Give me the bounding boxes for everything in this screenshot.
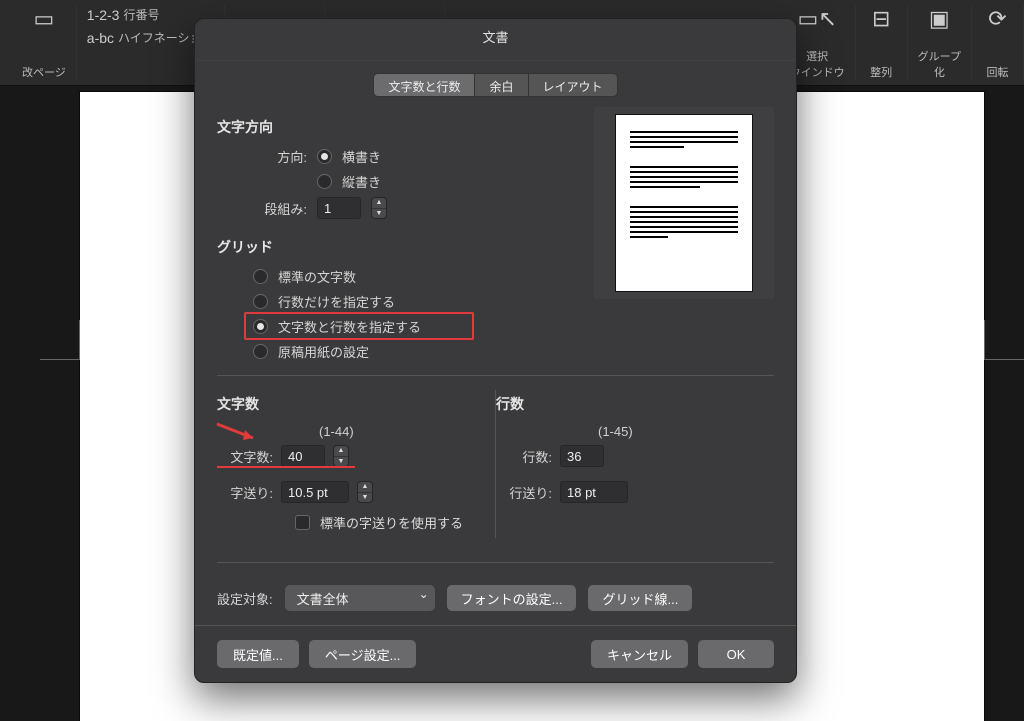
columns-stepper[interactable]: ▲▼ [371,197,387,219]
use-default-pitch-label: 標準の字送りを使用する [320,513,463,532]
chevron-up-icon[interactable]: ▲ [372,198,386,209]
tab-chars-lines[interactable]: 文字数と行数 [373,73,474,97]
selection-label: 選択 ウインドウ [790,48,845,80]
defaults-button[interactable]: 既定値... [217,640,299,668]
chevron-down-icon[interactable]: ▼ [334,457,348,467]
columns-label: 段組み: [237,199,307,218]
apply-to-label: 設定対象: [217,589,273,608]
radio-genkou[interactable] [253,344,268,359]
chars-count-label: 文字数: [217,447,273,466]
radio-chars-lines-label: 文字数と行数を指定する [278,317,421,336]
align-icon: ⊟ [872,6,890,46]
selection-pane-icon: ▭↖ [798,6,837,46]
tab-layout[interactable]: レイアウト [528,73,618,97]
use-default-pitch-checkbox[interactable] [295,515,310,530]
line-pitch-input[interactable] [560,481,628,503]
chevron-down-icon[interactable]: ▼ [358,493,372,503]
group-label: グループ 化 [918,48,961,80]
chevron-down-icon[interactable]: ▼ [372,209,386,219]
line-pitch-label: 行送り: [496,483,552,502]
chars-count-input[interactable] [281,445,325,467]
lines-count-input[interactable] [560,445,604,467]
page-preview-thumb [616,115,752,291]
radio-chars-lines[interactable] [253,319,268,334]
apply-to-value: 文書全体 [297,589,349,608]
dialog-tabs: 文字数と行数 余白 レイアウト [195,73,796,97]
line-number-icon: 1-2-3 [87,7,120,23]
dialog-title: 文書 [195,19,796,61]
radio-lines-only[interactable] [253,294,268,309]
chevron-up-icon[interactable]: ▲ [334,446,348,457]
lines-column: 行数 (1-45) 行数: 行送り: [496,390,774,538]
page-break-label: 改ページ [22,64,66,80]
line-number-label: 行番号 [123,6,159,23]
radio-horizontal-label: 横書き [342,147,381,166]
ok-button[interactable]: OK [698,640,774,668]
cancel-button[interactable]: キャンセル [591,640,688,668]
document-setup-dialog: 文書 文字数と行数 余白 レイアウト 文字方向 方向: 横書き 縦書き [194,18,797,683]
page-break-icon: ▭ [33,6,54,46]
section-lines: 行数 [496,394,762,414]
apply-to-dropdown[interactable]: 文書全体 [285,585,435,611]
char-pitch-input[interactable] [281,481,349,503]
ribbon-page-break[interactable]: ▭ 改ページ [12,4,77,82]
radio-vertical-label: 縦書き [342,172,381,191]
tab-margins[interactable]: 余白 [474,73,527,97]
crop-mark-right [984,320,1024,360]
char-pitch-stepper[interactable]: ▲▼ [357,481,373,503]
dialog-footer: 既定値... ページ設定... キャンセル OK [195,625,796,682]
direction-label: 方向: [237,147,307,166]
group-icon: ▣ [929,6,950,46]
chevron-up-icon[interactable]: ▲ [358,482,372,493]
dialog-content: 文字方向 方向: 横書き 縦書き 段組み: ▲▼ グリッド 標準の文字数 行数だ… [195,107,796,625]
ribbon-rotate[interactable]: ⟳ 回転 [972,4,1024,82]
columns-input[interactable] [317,197,361,219]
chars-column: 文字数 (1-44) 文字数: ▲▼ 字送り: ▲▼ 標準の字送りを使用する [217,390,495,538]
rotate-label: 回転 [987,64,1009,80]
ribbon-align[interactable]: ⊟ 整列 [856,4,908,82]
radio-standard-chars[interactable] [253,269,268,284]
lines-count-label: 行数: [496,447,552,466]
chars-range: (1-44) [217,424,483,439]
radio-horizontal[interactable] [317,149,332,164]
crop-mark-left [40,320,80,360]
radio-lines-only-label: 行数だけを指定する [278,292,395,311]
section-chars: 文字数 [217,394,483,414]
rotate-icon: ⟳ [988,6,1006,46]
char-pitch-label: 字送り: [217,483,273,502]
section-divider-2 [217,562,774,563]
align-label: 整列 [870,64,892,80]
font-settings-button[interactable]: フォントの設定... [447,585,577,611]
hyphenation-icon: a-bc [87,30,114,46]
section-divider [217,375,774,376]
grid-lines-button[interactable]: グリッド線... [588,585,692,611]
radio-vertical[interactable] [317,174,332,189]
lines-range: (1-45) [496,424,762,439]
radio-genkou-label: 原稿用紙の設定 [278,342,369,361]
radio-standard-chars-label: 標準の文字数 [278,267,356,286]
ribbon-group-btn[interactable]: ▣ グループ 化 [908,4,972,82]
chars-count-stepper[interactable]: ▲▼ [333,445,349,467]
page-setup-button[interactable]: ページ設定... [309,640,417,668]
